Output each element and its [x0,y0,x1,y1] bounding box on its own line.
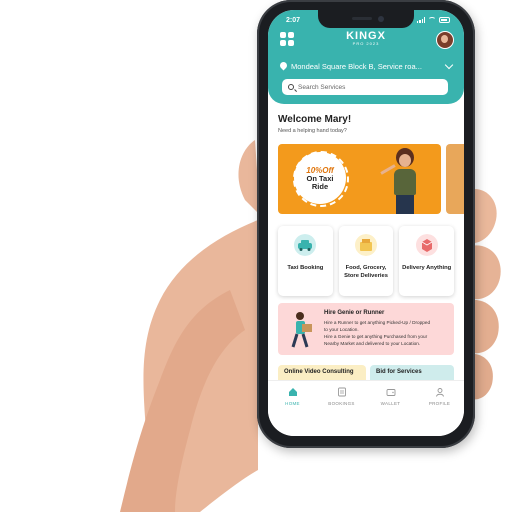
home-icon [288,388,297,396]
nav-profile[interactable]: PROFILE [415,381,464,436]
offer-line-1: On Taxi [306,173,334,183]
service-card-taxi[interactable]: Taxi Booking [278,226,333,296]
nav-label: BOOKINGS [328,401,355,406]
location-selector[interactable]: Mondeal Square Block B, Service roa... [280,60,456,72]
service-cards: Taxi Booking Food, Grocery, Store Delive… [278,226,455,296]
nav-bookings[interactable]: BOOKINGS [317,381,366,436]
offer-badge: 10%Off On Taxi Ride [293,151,349,207]
app-screen: 2:07 KINGX PRO 2023 Mondeal Square Block… [268,10,464,436]
service-label: Delivery Anything [402,265,452,271]
phone-notch [318,10,414,28]
promo-banner-next[interactable] [446,144,464,214]
chevron-down-icon [444,60,454,69]
location-text: Mondeal Square Block B, Service roa... [291,61,422,71]
nav-wallet[interactable]: WALLET [366,381,415,436]
grocery-icon [355,234,377,256]
offer-percent: 10%Off [306,165,334,175]
profile-icon [435,388,444,397]
genie-line-3: Hire a Genie to get anything Purchased f… [324,334,428,339]
genie-line-2: to your Location. [324,327,359,332]
service-card-grocery[interactable]: Food, Grocery, Store Deliveries [338,226,394,296]
taxi-icon [294,234,317,256]
avatar[interactable] [436,31,454,49]
promo-banner[interactable]: 10%Off On Taxi Ride [278,144,441,214]
bid-services-label: Bid for Services [376,369,422,375]
brand-logo: KINGX PRO 2023 [328,30,404,46]
nav-label: HOME [285,401,300,406]
wallet-icon [386,389,395,396]
promo-person-image [380,150,426,214]
nav-label: PROFILE [428,401,451,406]
service-label: Food, Grocery, Store Deliveries [344,265,388,279]
menu-grid-icon[interactable] [280,32,294,46]
genie-title: Hire Genie or Runner [324,310,385,316]
search-input[interactable]: Search Services [282,79,448,95]
service-label: Taxi Booking [287,265,324,271]
battery-icon [439,17,450,23]
genie-line-1: Hire a Runner to get anything Picked-Up … [324,320,431,325]
genie-runner-card[interactable]: Hire Genie or Runner Hire a Runner to ge… [278,303,454,355]
genie-line-4: Nearby Market and delivered to your Loca… [324,341,421,346]
welcome-title: Welcome Mary! [278,114,352,125]
welcome-subtitle: Need a helping hand today? [278,128,347,134]
search-placeholder: Search Services [298,83,346,91]
service-card-delivery[interactable]: Delivery Anything [399,226,455,296]
wifi-icon [428,17,436,23]
search-icon [288,84,294,90]
location-pin-icon [280,62,287,71]
brand-subtitle: PRO 2023 [352,41,380,46]
offer-line-2: Ride [311,181,329,191]
delivery-box-icon [415,234,438,256]
status-time: 2:07 [286,17,301,24]
bookings-icon [337,387,346,397]
nav-label: WALLET [380,401,401,406]
signal-icon [417,17,425,23]
nav-home[interactable]: HOME [268,381,317,436]
video-consulting-label: Online Video Consulting [284,369,354,375]
runner-image [291,312,312,348]
bottom-nav: HOME BOOKINGS WALLET PROFILE [268,380,464,436]
status-icons [417,17,450,23]
